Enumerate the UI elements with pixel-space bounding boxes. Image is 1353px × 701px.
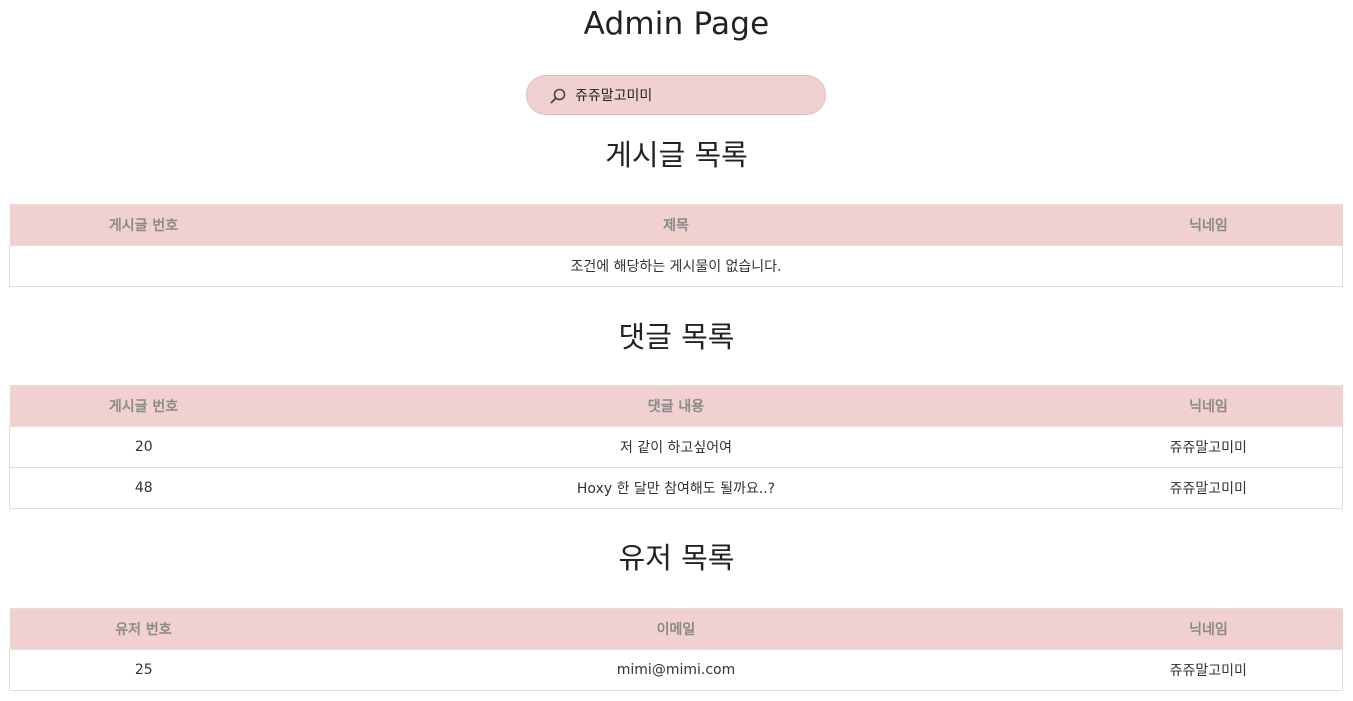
column-header-nickname[interactable]: 닉네임 — [1074, 608, 1343, 650]
users-section-title: 유저 목록 — [618, 541, 735, 575]
users-table: 유저 번호 이메일 닉네임 25 mimi@mimi.com 쥬쥬말고미미 — [9, 608, 1343, 691]
cell-nickname: 쥬쥬말고미미 — [1074, 649, 1343, 691]
cell-email: mimi@mimi.com — [277, 649, 1075, 691]
table-row[interactable]: 48 Hoxy 한 달만 참여해도 될까요..? 쥬쥬말고미미 — [9, 467, 1343, 509]
comments-table: 게시글 번호 댓글 내용 닉네임 20 저 같이 하고싶어여 쥬쥬말고미미 48… — [9, 385, 1343, 509]
posts-table-header: 게시글 번호 제목 닉네임 — [9, 204, 1343, 246]
column-header-user-no[interactable]: 유저 번호 — [9, 608, 278, 650]
column-header-nickname[interactable]: 닉네임 — [1074, 385, 1343, 427]
column-header-title[interactable]: 제목 — [277, 204, 1075, 246]
table-row: 조건에 해당하는 게시물이 없습니다. — [9, 245, 1343, 287]
column-header-email[interactable]: 이메일 — [277, 608, 1075, 650]
comments-section-title: 댓글 목록 — [618, 320, 735, 354]
cell-comment: 저 같이 하고싶어여 — [277, 426, 1075, 468]
search-icon[interactable] — [549, 87, 567, 105]
search-bar[interactable] — [526, 75, 826, 115]
column-header-post-no[interactable]: 게시글 번호 — [9, 204, 278, 246]
cell-nickname: 쥬쥬말고미미 — [1074, 426, 1343, 468]
cell-user-no: 25 — [9, 649, 278, 691]
posts-section-title: 게시글 목록 — [605, 138, 748, 172]
cell-post-no: 48 — [9, 467, 278, 509]
cell-comment: Hoxy 한 달만 참여해도 될까요..? — [277, 467, 1075, 509]
page-title: Admin Page — [583, 6, 770, 42]
cell-nickname: 쥬쥬말고미미 — [1074, 467, 1343, 509]
column-header-nickname[interactable]: 닉네임 — [1074, 204, 1343, 246]
posts-table: 게시글 번호 제목 닉네임 조건에 해당하는 게시물이 없습니다. — [9, 204, 1343, 287]
column-header-post-no[interactable]: 게시글 번호 — [9, 385, 278, 427]
empty-message: 조건에 해당하는 게시물이 없습니다. — [9, 245, 1343, 287]
search-input[interactable] — [575, 82, 815, 108]
table-row[interactable]: 25 mimi@mimi.com 쥬쥬말고미미 — [9, 649, 1343, 691]
comments-table-header: 게시글 번호 댓글 내용 닉네임 — [9, 385, 1343, 427]
column-header-comment[interactable]: 댓글 내용 — [277, 385, 1075, 427]
table-row[interactable]: 20 저 같이 하고싶어여 쥬쥬말고미미 — [9, 426, 1343, 468]
users-table-header: 유저 번호 이메일 닉네임 — [9, 608, 1343, 650]
cell-post-no: 20 — [9, 426, 278, 468]
